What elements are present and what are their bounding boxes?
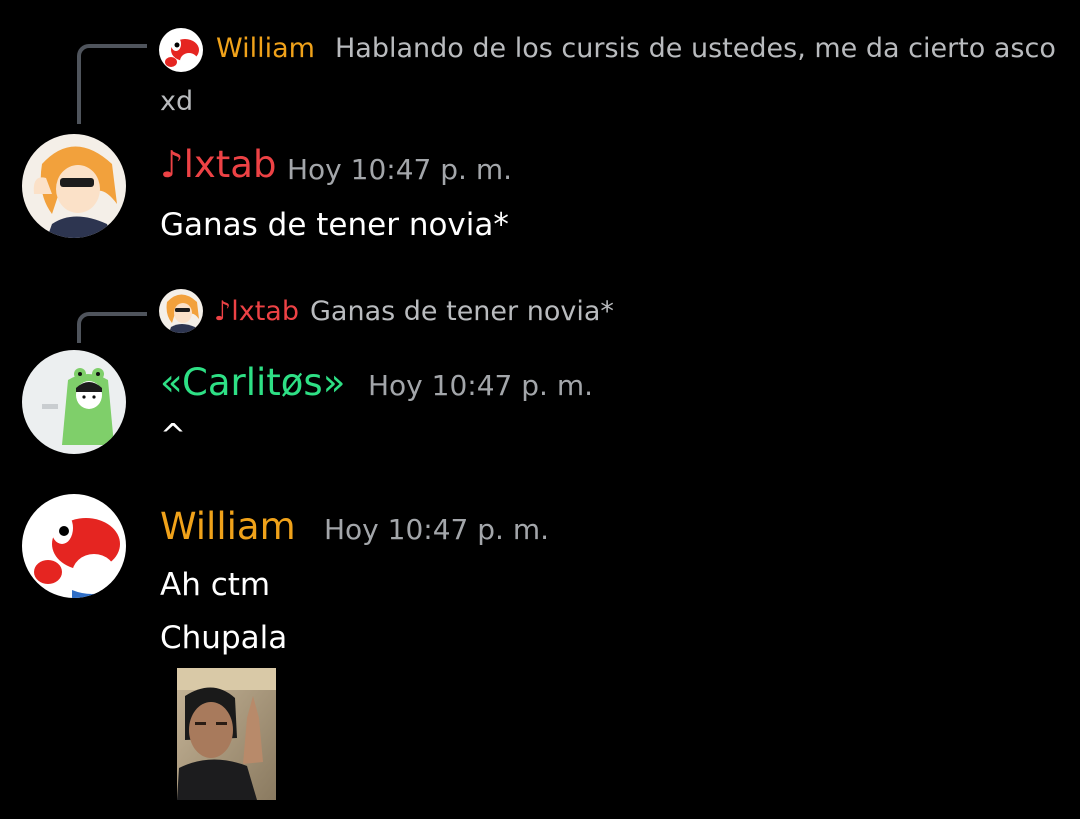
message-author-name[interactable]: «Carlitøs» — [160, 361, 345, 404]
avatar-lxtab[interactable] — [22, 134, 126, 238]
message-timestamp: Hoy 10:47 p. m. — [287, 153, 512, 186]
message-content: Ganas de tener novia* — [160, 207, 509, 243]
message-author-name[interactable]: William — [160, 505, 296, 548]
anime-boy-avatar-icon — [159, 289, 203, 333]
reply-preview-text-wrap[interactable]: xd — [160, 86, 193, 117]
avatar-william[interactable] — [22, 494, 126, 598]
reply-avatar-lxtab[interactable] — [159, 289, 203, 333]
yoshi-avatar-icon — [22, 494, 126, 598]
reply-author-name[interactable]: ♪lxtab — [214, 296, 299, 327]
message-content-line-2: Chupala — [160, 620, 288, 656]
reply-avatar-william[interactable] — [159, 28, 203, 72]
message-content-line-1: Ah ctm — [160, 567, 271, 603]
photo-thumbnail-icon — [177, 668, 276, 800]
reply-preview-text[interactable]: Hablando de los cursis de ustedes, me da… — [335, 33, 1056, 64]
image-attachment[interactable] — [177, 668, 276, 800]
anime-boy-avatar-icon — [22, 134, 126, 238]
message-author-name[interactable]: ♪lxtab — [160, 143, 276, 186]
message-timestamp: Hoy 10:47 p. m. — [368, 369, 593, 402]
frog-hoodie-avatar-icon — [22, 350, 126, 454]
message-timestamp: Hoy 10:47 p. m. — [324, 513, 549, 546]
reply-preview-text[interactable]: Ganas de tener novia* — [310, 296, 614, 327]
reply-connector-line — [77, 44, 147, 124]
avatar-carlitos[interactable] — [22, 350, 126, 454]
reply-author-name[interactable]: William — [216, 33, 315, 64]
reply-connector-line — [77, 312, 147, 343]
message-content: ^ — [160, 418, 186, 454]
yoshi-avatar-icon — [159, 28, 203, 72]
